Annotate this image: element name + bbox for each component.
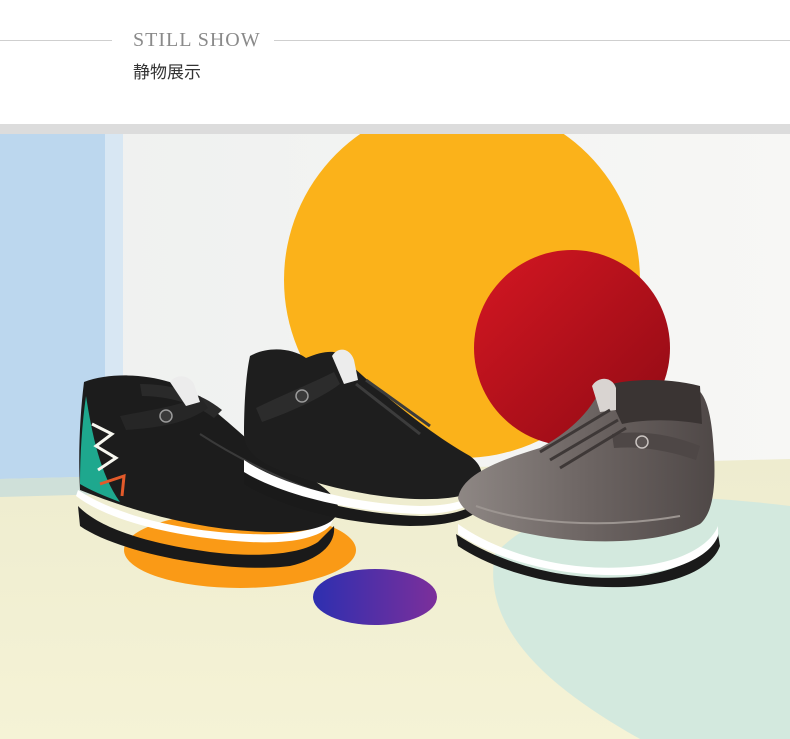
section-header: STILL SHOW 静物展示: [0, 0, 790, 124]
section-title-chinese: 静物展示: [133, 63, 201, 83]
still-life-scene: [0, 134, 790, 739]
section-title-english: STILL SHOW: [133, 29, 261, 51]
product-photo: [0, 134, 790, 739]
header-rule-right: [274, 40, 790, 41]
divider-band: [0, 124, 790, 134]
header-rule-left: [0, 40, 112, 41]
violet-disc: [313, 569, 437, 625]
